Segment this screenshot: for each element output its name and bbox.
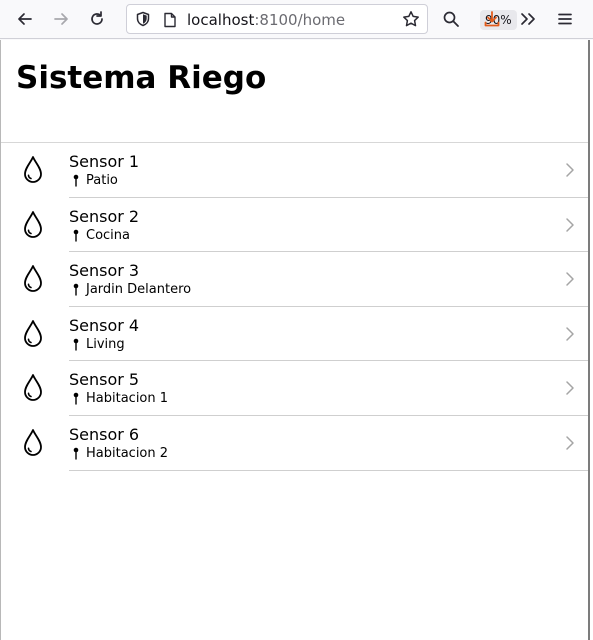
water-drop-icon (24, 429, 42, 456)
star-icon (403, 11, 419, 27)
sensor-location: Cocina (86, 227, 130, 243)
overflow-button[interactable] (513, 5, 543, 33)
search-icon (443, 11, 459, 27)
search-button[interactable] (436, 5, 466, 33)
pin-icon (73, 174, 79, 187)
sensor-list-item[interactable]: Sensor 6 Habitacion 2 (1, 416, 588, 471)
sensor-location: Patio (86, 173, 118, 188)
water-drop-icon (24, 265, 42, 293)
sensor-list-item[interactable]: Sensor 3 Jardin Delantero (1, 252, 588, 307)
sensor-location: Habitacion 2 (86, 445, 169, 461)
water-drop-icon (24, 156, 42, 183)
bookmark-button[interactable] (396, 5, 426, 33)
sensor-list-item[interactable]: Sensor 5 Habitacion 1 (1, 361, 588, 416)
sensor-name: Sensor 4 (69, 315, 140, 335)
item-divider (69, 469, 588, 471)
sensor-name: Sensor 1 (69, 152, 140, 171)
water-drop-icon (24, 374, 42, 402)
sensor-name: Sensor 2 (69, 206, 140, 226)
sensor-location: Living (86, 336, 125, 352)
chevron-right-icon (566, 272, 574, 286)
url-text[interactable]: localhost:8100/home (187, 11, 345, 29)
pin-icon (73, 229, 79, 242)
sensor-list-item[interactable]: Sensor 2 Cocina (1, 198, 588, 253)
sensor-name: Sensor 6 (69, 424, 140, 444)
browser-toolbar: localhost:8100/home 90% (0, 0, 593, 39)
pin-icon (73, 338, 79, 351)
water-drop-icon (24, 210, 42, 238)
shield-icon[interactable] (135, 11, 151, 27)
url-host: localhost (187, 11, 255, 29)
url-bar[interactable]: localhost:8100/home 90% (126, 4, 517, 34)
page-title: Sistema Riego (16, 60, 267, 96)
arrow-left-icon (18, 13, 32, 25)
page-icon[interactable] (163, 12, 177, 28)
sensor-list: Sensor 1 Patio Sensor 2 Cocina Sensor 3 … (1, 142, 588, 471)
arrow-right-icon (54, 13, 68, 25)
pin-icon (73, 393, 79, 406)
pin-icon (73, 283, 79, 296)
chevron-right-icon (566, 327, 574, 341)
app-menu-button[interactable] (550, 5, 580, 33)
reload-button[interactable] (82, 5, 112, 33)
chevron-right-icon (566, 217, 574, 232)
reload-icon (91, 11, 103, 25)
sensor-name: Sensor 3 (69, 261, 140, 281)
sensor-name: Sensor 5 (69, 370, 140, 390)
hamburger-menu-icon (558, 13, 572, 25)
sensor-list-item[interactable]: Sensor 1 Patio (1, 143, 588, 198)
url-path: :8100/home (254, 11, 346, 29)
chevron-right-icon (566, 436, 574, 450)
back-button[interactable] (10, 5, 40, 33)
page-edge-right (588, 40, 590, 640)
water-drop-icon (24, 319, 42, 347)
sensor-list-item[interactable]: Sensor 4 Living (1, 307, 588, 362)
forward-button[interactable] (46, 5, 76, 33)
sensor-location: Habitacion 1 (86, 391, 169, 407)
double-chevron-icon (521, 13, 535, 25)
chevron-right-icon (566, 163, 574, 177)
pin-icon (73, 447, 79, 460)
chevron-right-icon (566, 381, 574, 396)
download-icon (484, 11, 500, 27)
sensor-location: Jardin Delantero (86, 282, 192, 298)
downloads-button[interactable] (477, 5, 507, 33)
